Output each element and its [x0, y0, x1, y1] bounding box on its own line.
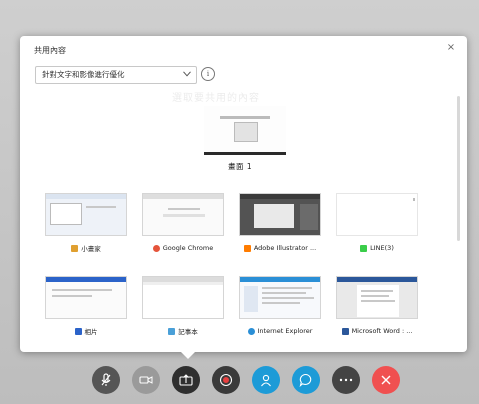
app-label: 相片 — [84, 328, 98, 336]
app-option-word[interactable]: Microsoft Word : ... — [336, 276, 418, 336]
microphone-icon — [101, 373, 111, 386]
illustrator-icon — [243, 244, 251, 252]
app-option-paint[interactable]: 小畫家 — [45, 193, 127, 253]
meeting-toolbar — [92, 366, 412, 396]
close-icon — [381, 375, 391, 385]
notepad-icon — [168, 327, 176, 335]
dialog-title: 共用內容 — [34, 46, 66, 55]
paint-icon — [71, 244, 79, 252]
video-button[interactable] — [132, 366, 160, 394]
line-icon — [360, 244, 368, 252]
share-icon — [179, 374, 193, 386]
share-content-dialog: 共用內容 × 針對文字和影像進行優化 i 選取要共用的內容 畫面 1 小畫家 G… — [20, 36, 467, 352]
person-icon — [261, 374, 271, 386]
ie-icon — [247, 327, 255, 335]
share-button[interactable] — [172, 366, 200, 394]
optimization-dropdown[interactable]: 針對文字和影像進行優化 — [35, 66, 197, 84]
app-option-notepad[interactable]: 記事本 — [142, 276, 224, 336]
word-icon — [341, 327, 349, 335]
mute-button[interactable] — [92, 366, 120, 394]
app-thumbnail — [142, 193, 224, 236]
app-label: 記事本 — [178, 328, 198, 336]
app-thumbnail — [336, 193, 418, 236]
screen-thumbnail — [204, 106, 286, 155]
photos-icon — [74, 327, 82, 335]
screen-share-option[interactable] — [204, 106, 286, 156]
chat-button[interactable] — [292, 366, 320, 394]
app-option-illustrator[interactable]: Adobe Illustrator ... — [239, 193, 321, 253]
chrome-icon — [152, 244, 160, 252]
app-option-internet-explorer[interactable]: Internet Explorer — [239, 276, 321, 336]
record-button[interactable] — [212, 366, 240, 394]
faded-heading: 選取要共用的內容 — [172, 93, 260, 104]
app-thumbnail — [239, 276, 321, 319]
screen-label: 畫面 1 — [228, 162, 253, 171]
camera-icon — [139, 376, 153, 384]
chat-icon — [299, 373, 312, 387]
app-thumbnail — [336, 276, 418, 319]
app-label: Internet Explorer — [257, 327, 313, 335]
more-icon — [339, 378, 353, 382]
chevron-down-icon — [183, 71, 191, 77]
participants-button[interactable] — [252, 366, 280, 394]
app-option-photos[interactable]: 相片 — [45, 276, 127, 336]
app-thumbnail — [239, 193, 321, 236]
app-thumbnail — [142, 276, 224, 319]
app-thumbnail — [45, 193, 127, 236]
app-label: Adobe Illustrator ... — [253, 244, 317, 252]
app-label: Google Chrome — [162, 244, 214, 252]
info-icon[interactable]: i — [201, 67, 215, 81]
more-button[interactable] — [332, 366, 360, 394]
app-option-chrome[interactable]: Google Chrome — [142, 193, 224, 253]
close-icon[interactable]: × — [445, 42, 457, 54]
app-label: 小畫家 — [81, 245, 101, 253]
app-label: LINE(3) — [370, 244, 394, 252]
app-label: Microsoft Word : ... — [351, 327, 413, 335]
dropdown-value: 針對文字和影像進行優化 — [42, 70, 125, 79]
leave-button[interactable] — [372, 366, 400, 394]
dialog-pointer — [181, 352, 195, 359]
record-icon — [219, 373, 233, 387]
scrollbar[interactable] — [457, 96, 460, 241]
app-thumbnail — [45, 276, 127, 319]
app-option-line[interactable]: LINE(3) — [336, 193, 418, 253]
